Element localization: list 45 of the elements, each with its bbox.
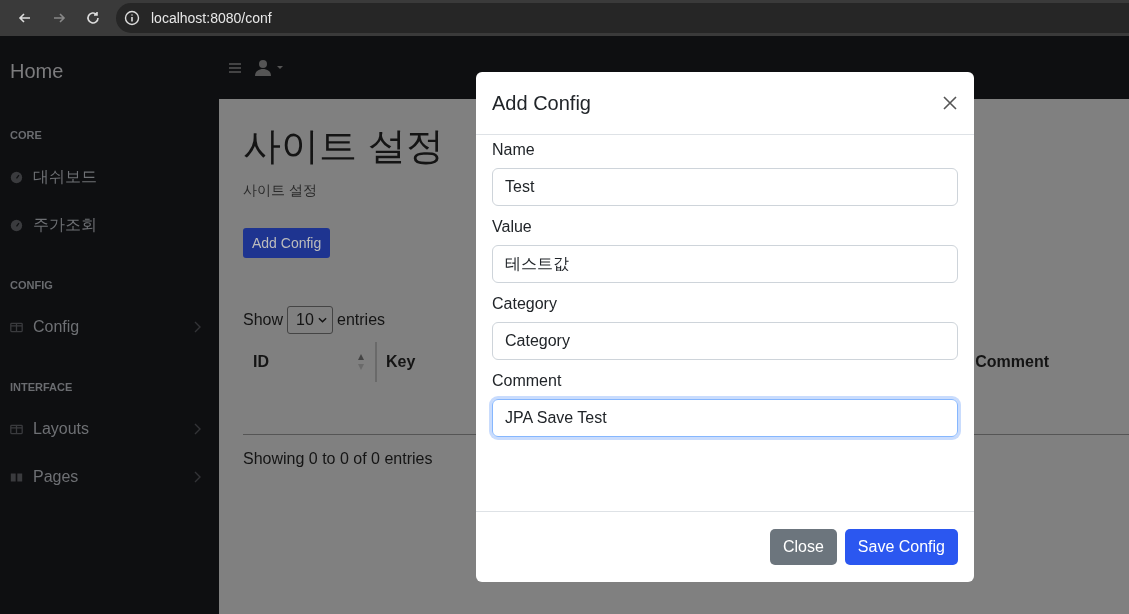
field-label: Value	[492, 218, 533, 236]
gauge-icon	[10, 218, 23, 232]
table-icon	[10, 320, 23, 334]
sidebar-item[interactable]: 대쉬보드	[0, 153, 219, 201]
field-label: Category	[492, 295, 558, 313]
save-button[interactable]: Save Config	[844, 529, 958, 565]
page-subtitle: 사이트 설정	[243, 182, 317, 200]
gauge-icon	[10, 170, 23, 184]
url-text: localhost:8080/conf	[151, 10, 272, 26]
sidebar-item[interactable]: Config	[0, 303, 219, 351]
column-header[interactable]: ID	[243, 342, 377, 382]
sidebar-heading: CONFIG	[9, 278, 54, 293]
caret-icon	[318, 317, 328, 323]
field-label: Comment	[492, 372, 563, 390]
chevron-icon	[193, 423, 201, 435]
table-info: Showing 0 to 0 of 0 entries	[243, 450, 434, 468]
user-icon[interactable]	[254, 58, 284, 77]
sidebar-item[interactable]: Layouts	[0, 405, 219, 453]
close-icon[interactable]	[942, 95, 958, 111]
address-bar[interactable]: localhost:8080/conf	[116, 3, 1129, 33]
chevron-icon	[193, 471, 201, 483]
brand-link[interactable]: Home	[0, 36, 219, 99]
sort-icon	[357, 353, 365, 371]
input-field[interactable]: JPA Save Test	[492, 399, 958, 437]
sidebar-heading: INTERFACE	[9, 380, 74, 395]
entries-label: entries	[337, 311, 386, 329]
input-field[interactable]: Test	[492, 168, 958, 206]
page-title: 사이트 설정	[243, 124, 444, 169]
sidebar-item[interactable]: 주가조회	[0, 201, 219, 249]
sidebar-heading: CORE	[9, 128, 43, 143]
sidebar-item[interactable]: Pages	[0, 453, 219, 501]
dialog-title: Add Config	[492, 91, 591, 115]
input-field[interactable]: Category	[492, 322, 958, 360]
info-icon	[124, 10, 140, 26]
chevron-icon	[193, 321, 201, 333]
column-header[interactable]: Comment	[975, 353, 1129, 371]
input-field[interactable]: 테스트값	[492, 245, 958, 283]
show-label: Show	[243, 311, 284, 329]
table-icon	[10, 422, 23, 436]
reload-icon[interactable]	[85, 10, 101, 26]
book-icon	[10, 470, 23, 484]
field-label: Name	[492, 141, 536, 159]
close-button[interactable]: Close	[769, 529, 837, 565]
entries-select[interactable]: 10	[287, 306, 334, 334]
add-config-button[interactable]: Add Config	[243, 228, 331, 258]
